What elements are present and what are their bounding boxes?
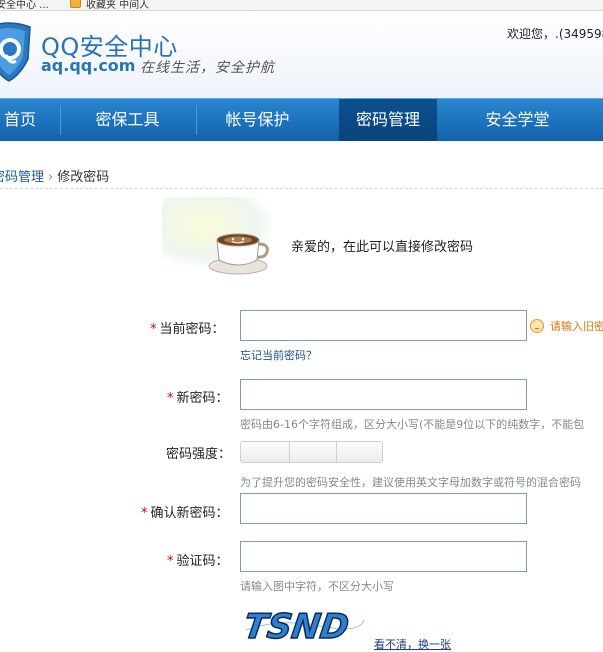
browser-tab[interactable]: 收藏夹 中间人 bbox=[86, 0, 149, 10]
captcha-refresh-link[interactable]: 看不清，换一张 bbox=[374, 636, 451, 652]
nav-item-security-tools[interactable]: 密保工具 bbox=[70, 99, 185, 141]
nav-item-account-protection[interactable]: 帐号保护 bbox=[200, 99, 315, 141]
confirm-password-label: * 确认新密码： bbox=[141, 506, 229, 521]
new-password-hint: 密码由6-16个字符组成，区分大小写(不能是9位以下的纯数字，不能包 bbox=[240, 418, 585, 431]
required-mark: * bbox=[167, 554, 174, 569]
new-password-label: * 新密码： bbox=[167, 391, 229, 406]
captcha-input[interactable] bbox=[240, 541, 527, 572]
brand-url[interactable]: aq.qq.com bbox=[41, 56, 135, 75]
captcha-image[interactable]: TSND bbox=[240, 600, 370, 648]
brand-slogan: 在线生活，安全护航 bbox=[140, 60, 275, 76]
required-mark: * bbox=[141, 506, 148, 521]
new-password-input[interactable] bbox=[240, 379, 527, 410]
captcha-hint: 请输入图中字符，不区分大小写 bbox=[240, 580, 394, 593]
site-header: QQ安全中心 aq.qq.com 在线生活，安全护航 欢迎您，.(3495986 bbox=[0, 11, 603, 98]
coffee-cup-icon bbox=[208, 233, 269, 275]
captcha-label: * 验证码： bbox=[167, 554, 229, 569]
nav-divider bbox=[60, 105, 61, 135]
breadcrumb: 密码管理 ›修改密码 bbox=[0, 166, 109, 185]
password-strength-meter bbox=[240, 441, 383, 463]
required-mark: * bbox=[150, 322, 157, 337]
nav-item-security-school[interactable]: 安全学堂 bbox=[460, 99, 575, 141]
forgot-password-link[interactable]: 忘记当前密码？ bbox=[240, 347, 317, 363]
qq-shield-logo-icon[interactable] bbox=[0, 21, 32, 83]
favorites-folder-icon bbox=[70, 0, 81, 8]
svg-text:TSND: TSND bbox=[241, 607, 351, 647]
breadcrumb-current: 修改密码 bbox=[57, 170, 110, 185]
browser-tab-strip: 安全中心 ... 收藏夹 中间人 bbox=[0, 0, 603, 11]
current-password-error: 请输入旧密 bbox=[530, 318, 603, 334]
main-nav: 首页 密保工具 帐号保护 密码管理 安全学堂 bbox=[0, 98, 603, 141]
browser-tab[interactable]: 安全中心 ... bbox=[0, 0, 49, 10]
password-strength-hint: 为了提升您的密码安全性，建议使用英文字母加数字或符号的混合密码 bbox=[240, 476, 581, 489]
divider bbox=[0, 188, 603, 189]
password-strength-label: 密码强度： bbox=[166, 447, 232, 462]
intro-text: 亲爱的，在此可以直接修改密码 bbox=[291, 240, 474, 255]
nav-item-home[interactable]: 首页 bbox=[0, 99, 46, 141]
nav-divider bbox=[196, 105, 197, 135]
breadcrumb-separator-icon: › bbox=[48, 170, 54, 185]
required-mark: * bbox=[167, 391, 174, 406]
welcome-message: 欢迎您，.(3495986 bbox=[507, 27, 603, 41]
current-password-input[interactable] bbox=[240, 310, 527, 341]
confirm-password-input[interactable] bbox=[240, 493, 527, 524]
current-password-label: * 当前密码： bbox=[150, 322, 225, 337]
nav-item-password-management[interactable]: 密码管理 bbox=[339, 99, 437, 141]
sad-face-icon bbox=[530, 319, 544, 333]
breadcrumb-parent-link[interactable]: 密码管理 bbox=[0, 170, 44, 185]
